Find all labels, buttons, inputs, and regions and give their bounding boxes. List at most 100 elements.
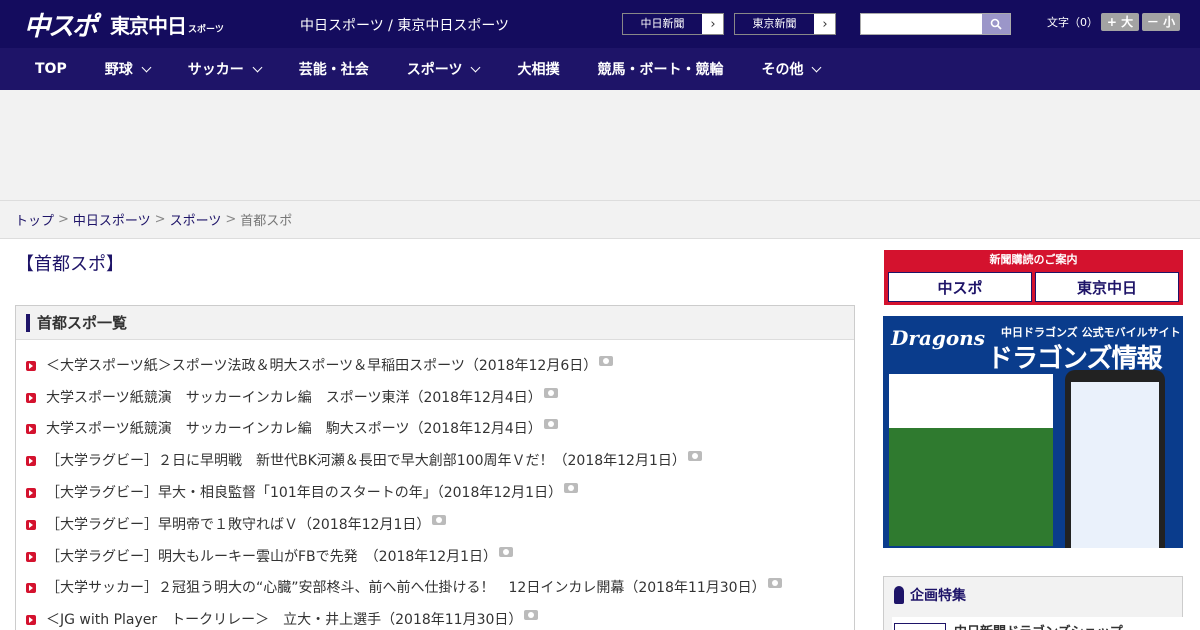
camera-icon <box>543 419 558 430</box>
breadcrumb: トップ > 中日スポーツ > スポーツ > 首都スポ <box>0 200 1200 239</box>
nav-item-1[interactable]: 野球 <box>86 48 169 90</box>
chevron-down-icon <box>812 62 822 72</box>
nav-item-7[interactable]: その他 <box>742 48 839 90</box>
article-link[interactable]: ［大学ラグビー］２日に早明戦 新世代BK河瀬＆長田で早大創部100周年Ｖだ！（2… <box>46 450 686 470</box>
camera-icon <box>524 610 539 621</box>
play-arrow-icon <box>26 360 36 371</box>
nav-item-4[interactable]: スポーツ <box>388 48 499 90</box>
camera-icon <box>432 514 447 525</box>
special-feature-box: 企画特集 中日新聞ドラゴンズショップ <box>883 576 1184 630</box>
nav-item-5[interactable]: 大相撲 <box>498 48 578 90</box>
article-link[interactable]: ＜JG with Player トークリレー＞ 立大・井上選手（2018年11月… <box>46 609 522 629</box>
nav-item-label: サッカー <box>187 62 244 78</box>
article-list-item[interactable]: ＜JG with Player トークリレー＞ 立大・井上選手（2018年11月… <box>16 603 854 630</box>
nav-item-0[interactable]: TOP <box>16 48 86 90</box>
camera-icon <box>564 483 579 494</box>
play-arrow-icon <box>26 551 36 562</box>
chevron-right-icon: › <box>710 16 716 32</box>
special-feature-header: 企画特集 <box>884 577 1182 613</box>
play-arrow-icon <box>26 519 36 530</box>
site-logo[interactable]: 中スポ 東京中日 スポーツ <box>24 8 224 42</box>
chevron-right-icon: › <box>822 16 828 32</box>
dragons-ad-footer <box>883 548 1183 566</box>
article-list: ＜大学スポーツ紙＞スポーツ法政＆明大スポーツ＆早稲田スポーツ（2018年12月6… <box>16 340 854 630</box>
article-list-item[interactable]: 大学スポーツ紙競演 サッカーインカレ編 駒大スポーツ（2018年12月4日） <box>16 413 854 445</box>
article-link[interactable]: 大学スポーツ紙競演 サッカーインカレ編 スポーツ東洋（2018年12月4日） <box>46 387 542 407</box>
nav-item-3[interactable]: 芸能・社会 <box>280 48 388 90</box>
play-arrow-icon <box>26 424 36 435</box>
breadcrumb-sports[interactable]: スポーツ <box>170 210 222 229</box>
subscription-title: 新聞購読のご案内 <box>989 253 1078 266</box>
chunichi-shimbun-link[interactable]: 中日新聞 › <box>622 13 724 35</box>
header-accent-bar <box>26 313 30 332</box>
site-header: 中スポ 東京中日 スポーツ 中日スポーツ / 東京中日スポーツ 中日新聞 › 東… <box>0 0 1200 48</box>
font-smaller-button[interactable]: － 小 <box>1142 13 1180 31</box>
play-arrow-icon <box>26 456 36 467</box>
camera-icon <box>499 546 514 557</box>
article-list-box: 首都スポ一覧 ＜大学スポーツ紙＞スポーツ法政＆明大スポーツ＆早稲田スポーツ（20… <box>15 305 855 630</box>
article-list-item[interactable]: ［大学サッカー］２冠狙う明大の“心臓”安部柊斗、前へ前へ仕掛ける！ 12日インカ… <box>16 572 854 604</box>
subscription-banner[interactable]: 新聞購読のご案内 中スポ 東京中日 <box>884 250 1183 305</box>
nav-item-label: スポーツ <box>406 62 463 78</box>
tokyo-shimbun-label: 東京新聞 <box>735 14 815 34</box>
page-title: 【首都スポ】 <box>16 254 124 275</box>
breadcrumb-top[interactable]: トップ <box>15 210 54 229</box>
nav-item-label: 野球 <box>104 62 133 78</box>
font-bigger-button[interactable]: + 大 <box>1101 13 1139 31</box>
camera-icon <box>687 451 702 462</box>
logo-tokyo-sub: スポーツ <box>188 24 224 35</box>
search-button[interactable] <box>982 14 1010 34</box>
main-nav: TOP 野球 サッカー 芸能・社会 スポーツ 大相撲 競馬・ボート・競輪 その他 <box>0 48 1200 90</box>
article-link[interactable]: ［大学サッカー］２冠狙う明大の“心臓”安部柊斗、前へ前へ仕掛ける！ 12日インカ… <box>46 577 766 597</box>
article-list-item[interactable]: 大学スポーツ紙競演 サッカーインカレ編 スポーツ東洋（2018年12月4日） <box>16 381 854 413</box>
article-list-item[interactable]: ［大学ラグビー］明大もルーキー雲山がFBで先発 （2018年12月1日） <box>16 540 854 572</box>
chevron-down-icon <box>471 62 481 72</box>
nav-item-label: 芸能・社会 <box>298 62 369 78</box>
nav-item-label: TOP <box>35 61 67 77</box>
camera-icon <box>767 578 782 589</box>
search-input[interactable] <box>860 13 1011 35</box>
special-feature-item[interactable]: 中日新聞ドラゴンズショップ <box>892 617 1184 630</box>
chevron-down-icon <box>252 62 263 72</box>
nav-item-2[interactable]: サッカー <box>169 48 280 90</box>
article-list-title: 首都スポ一覧 <box>37 314 128 332</box>
article-list-item[interactable]: ［大学ラグビー］２日に早明戦 新世代BK河瀬＆長田で早大創部100周年Ｖだ！（2… <box>16 444 854 476</box>
search-icon <box>990 18 1002 30</box>
breadcrumb-current: 首都スポ <box>240 214 293 229</box>
play-arrow-icon <box>26 392 36 403</box>
dragons-mobile-ad[interactable]: Dragons 中日ドラゴンズ 公式モバイルサイト ドラゴンズ情報 <box>883 316 1183 566</box>
breadcrumb-separator: > <box>225 212 237 227</box>
article-list-item[interactable]: ＜大学スポーツ紙＞スポーツ法政＆明大スポーツ＆早稲田スポーツ（2018年12月6… <box>16 349 854 381</box>
breadcrumb-separator: > <box>58 212 69 227</box>
subscription-tokyo-chunichi-logo[interactable]: 東京中日 <box>1035 272 1179 302</box>
logo-tokyo-chunichi: 東京中日 <box>110 13 187 38</box>
nav-item-label: その他 <box>761 62 804 78</box>
subscription-chuspo-logo[interactable]: 中スポ <box>888 272 1032 302</box>
article-link[interactable]: ［大学ラグビー］明大もルーキー雲山がFBで先発 （2018年12月1日） <box>46 546 497 566</box>
tokyo-shimbun-link[interactable]: 東京新聞 › <box>734 13 836 35</box>
camera-icon <box>543 387 558 398</box>
dragons-brand: Dragons <box>891 326 985 350</box>
article-link[interactable]: ［大学ラグビー］早明帝で１敗守ればＶ（2018年12月1日） <box>46 514 430 534</box>
article-list-item[interactable]: ［大学ラグビー］早明帝で１敗守ればＶ（2018年12月1日） <box>16 508 854 540</box>
article-link[interactable]: ＜大学スポーツ紙＞スポーツ法政＆明大スポーツ＆早稲田スポーツ（2018年12月6… <box>46 355 597 375</box>
chevron-down-icon <box>141 62 152 72</box>
special-feature-thumbnail <box>894 623 946 630</box>
breadcrumb-chunichi-sports[interactable]: 中日スポーツ <box>73 210 151 229</box>
site-name: 中日スポーツ / 東京中日スポーツ <box>300 18 510 34</box>
nav-item-label: 競馬・ボート・競輪 <box>597 62 724 78</box>
article-list-header: 首都スポ一覧 <box>16 306 854 340</box>
breadcrumb-separator: > <box>154 212 166 227</box>
article-link[interactable]: ［大学ラグビー］早大・相良監督「101年目のスタートの年」（2018年12月1日… <box>46 482 562 502</box>
nav-item-6[interactable]: 競馬・ボート・競輪 <box>578 48 742 90</box>
camera-icon <box>599 355 614 366</box>
article-link[interactable]: 大学スポーツ紙競演 サッカーインカレ編 駒大スポーツ（2018年12月4日） <box>46 418 542 438</box>
subscription-logos: 中スポ 東京中日 <box>888 272 1179 302</box>
smartphone-screen-image <box>1071 382 1159 556</box>
article-list-item[interactable]: ［大学ラグビー］早大・相良監督「101年目のスタートの年」（2018年12月1日… <box>16 476 854 508</box>
play-arrow-icon <box>26 488 36 499</box>
feature-icon <box>894 586 904 604</box>
chunichi-shimbun-label: 中日新聞 <box>623 14 703 34</box>
logo-chuspo: 中スポ <box>24 11 98 42</box>
play-arrow-icon <box>26 615 36 626</box>
